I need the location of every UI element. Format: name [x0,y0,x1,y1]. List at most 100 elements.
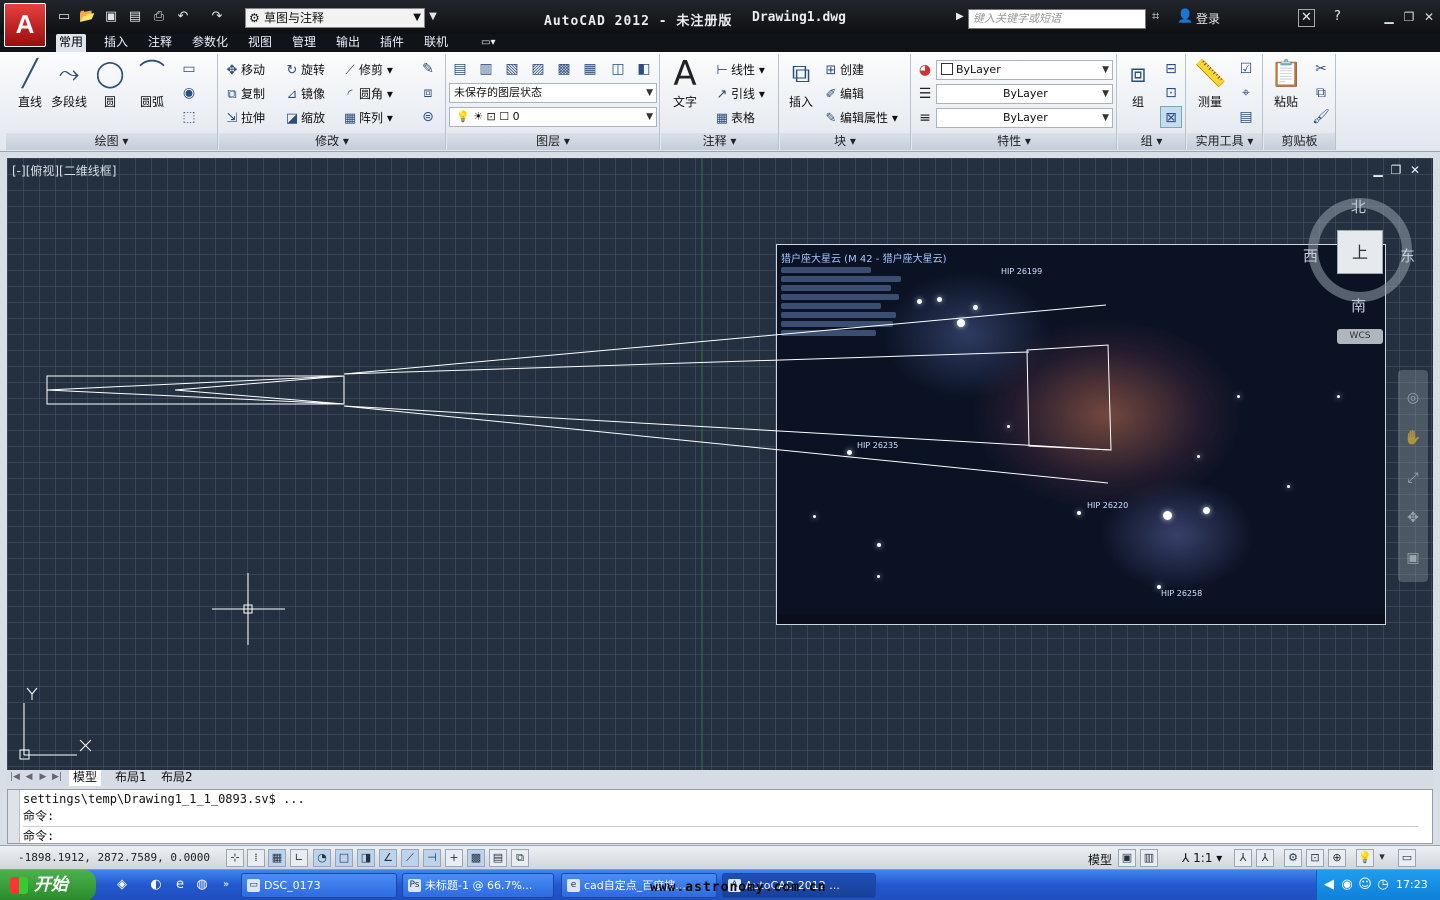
new-file-icon[interactable]: ▭ [56,9,72,25]
search-input[interactable]: 键入关键字或短语 [968,9,1146,29]
layer-match-icon[interactable]: ◫ [607,58,629,80]
trim-button[interactable]: ⟋ 修剪 ▾ [341,60,392,80]
zoom-icon[interactable]: ⤢ [1403,470,1423,490]
infer-constraints-icon[interactable]: ⊹ [226,849,244,867]
rectangle-icon[interactable]: ▭ [178,58,200,80]
scale-button[interactable]: ◪ 缩放 [283,108,325,128]
tray-icon[interactable]: ◉ [1339,877,1355,893]
layer-properties-icon[interactable]: ▤ [449,58,471,80]
tab-online[interactable]: 联机 [421,34,451,52]
quick-select-icon[interactable]: ☑ [1235,58,1257,80]
snap-mode-icon[interactable]: ⁞ [247,849,265,867]
annotation-visibility-icon[interactable]: ⅄ [1234,849,1252,867]
lineweight-dropdown[interactable]: ByLayer ▼ [936,108,1113,128]
ortho-mode-icon[interactable]: ∟ [290,849,308,867]
clean-screen-icon[interactable]: ▭ [1398,849,1416,867]
close-icon[interactable]: ✕ [1420,9,1438,25]
offset-icon[interactable]: ⊜ [417,106,439,128]
compass-east[interactable]: 东 [1400,245,1415,266]
model-space-label[interactable]: 模型 [1088,851,1112,868]
quick-properties-icon[interactable]: ▤ [489,849,507,867]
object-snap-icon[interactable]: □ [335,849,353,867]
tray-icon[interactable]: ☺ [1357,877,1373,893]
object-snap-tracking-icon[interactable]: ∠ [379,849,397,867]
properties-panel-title[interactable]: 特性 ▾ [912,133,1116,150]
compass-south[interactable]: 南 [1351,295,1366,316]
arc-button[interactable]: ⌒ 圆弧 [132,58,172,110]
tab-plugins[interactable]: 插件 [377,34,407,52]
tab-view[interactable]: 视图 [245,34,275,52]
isolate-objects-icon[interactable]: 💡 [1356,849,1374,867]
last-tab-icon[interactable]: ▶| [52,772,62,782]
selection-cycling-icon[interactable]: ⧉ [511,849,529,867]
layer-freeze-icon[interactable]: ▩ [553,58,575,80]
polyline-button[interactable]: ⤳ 多段线 [48,58,90,110]
showmotion-icon[interactable]: ▣ [1403,550,1423,570]
lock-ui-icon[interactable]: ⊡ [1306,849,1324,867]
workspace-switcher[interactable]: ⚙ 草图与注释 ▼ [245,8,425,28]
print-icon[interactable]: ⎙ [151,9,167,25]
task-photoshop[interactable]: Ps 未标题-1 @ 66.7%... [402,873,554,898]
circle-button[interactable]: ◯ 圆 [90,58,130,110]
color-dropdown[interactable]: ByLayer ▼ [936,60,1113,80]
exchange-icon[interactable]: ✕ [1298,9,1315,27]
tab-output[interactable]: 输出 [333,34,363,52]
quick-view-drawings-icon[interactable]: ▥ [1140,849,1158,867]
copy-clip-icon[interactable]: ⧉ [1310,82,1332,104]
chevron-right-icon[interactable]: » [218,877,234,893]
edit-block-button[interactable]: ✐ 编辑 [822,84,864,104]
tab-layout1[interactable]: 布局1 [111,770,151,786]
region-icon[interactable]: ⬚ [178,106,200,128]
quicklaunch-app-icon[interactable]: ◍ [194,877,210,893]
clipboard-panel-title[interactable]: 剪贴板 [1264,133,1335,150]
leader-button[interactable]: ↗ 引线 ▾ [713,84,765,104]
tab-manage[interactable]: 管理 [289,34,319,52]
layer-lock-icon[interactable]: ▦ [579,58,601,80]
layer-dropdown[interactable]: 💡 ☀ ⊡ ☐ 0 ▼ [449,107,657,127]
array-button[interactable]: ▦ 阵列 ▾ [341,108,393,128]
linetype-icon[interactable]: ☰ [914,83,936,105]
workspace-switch-icon[interactable]: ⚙ [1284,849,1302,867]
drawing-viewport[interactable]: [-][俯视][二维线框] ▁ ❐ ✕ 猎户座大星云 (M 42 - 猎户座大星… [7,158,1433,770]
match-properties-icon[interactable]: 🖌 [1310,106,1332,128]
edit-attributes-button[interactable]: ✎ 编辑属性 ▾ [822,108,898,128]
hardware-acceleration-icon[interactable]: ⊕ [1328,849,1346,867]
move-button[interactable]: ✥ 移动 [223,60,265,80]
modify-panel-title[interactable]: 修改 ▾ [219,133,445,150]
mirror-button[interactable]: ⊿ 镜像 [283,84,325,104]
lineweight-toggle-icon[interactable]: + [445,849,463,867]
orbit-icon[interactable]: ✥ [1403,510,1423,530]
block-panel-title[interactable]: 块 ▾ [780,133,910,150]
ribbon-toggle-icon[interactable]: ▭▾ [478,34,498,52]
measure-button[interactable]: 📏 测量 [1189,58,1231,110]
save-icon[interactable]: ▣ [103,9,119,25]
text-button[interactable]: A 文字 [665,57,705,110]
dynamic-ucs-icon[interactable]: ⟋ [401,849,419,867]
first-tab-icon[interactable]: |◀ [10,772,20,782]
explode-icon[interactable]: ⧈ [417,82,439,104]
auto-scale-icon[interactable]: ⅄ [1256,849,1274,867]
create-block-button[interactable]: ⊞ 创建 [822,60,864,80]
internet-explorer-icon[interactable]: e [172,877,188,893]
line-button[interactable]: ╱ 直线 [10,58,50,110]
layer-state-dropdown[interactable]: 未保存的图层状态 ▼ [449,83,657,103]
3d-object-snap-icon[interactable]: ◨ [357,849,375,867]
group-button[interactable]: ⧈ 组 [1120,58,1156,110]
dynamic-input-icon[interactable]: ⊣ [423,849,441,867]
ungroup-icon[interactable]: ⊟ [1160,58,1182,80]
point-id-icon[interactable]: ⌖ [1235,82,1257,104]
application-menu-button[interactable]: A [4,3,46,47]
save-as-icon[interactable]: ▤ [127,9,143,25]
viewcube-face[interactable]: 上 [1337,230,1383,274]
paste-button[interactable]: 📋 粘贴 [1266,58,1306,110]
steering-wheel-icon[interactable]: ◎ [1403,390,1423,410]
group-edit-icon[interactable]: ⊡ [1160,82,1182,104]
compass-north[interactable]: 北 [1351,196,1366,217]
annotation-scale[interactable]: ⅄ 1:1 ▾ [1182,851,1222,865]
groups-panel-title[interactable]: 组 ▾ [1118,133,1185,150]
erase-icon[interactable]: ✎ [417,58,439,80]
copy-button[interactable]: ⧉ 复制 [223,84,265,104]
transparency-icon[interactable]: ▩ [467,849,485,867]
tray-icon[interactable]: ◀ [1321,877,1337,893]
table-button[interactable]: ▦ 表格 [713,108,755,128]
